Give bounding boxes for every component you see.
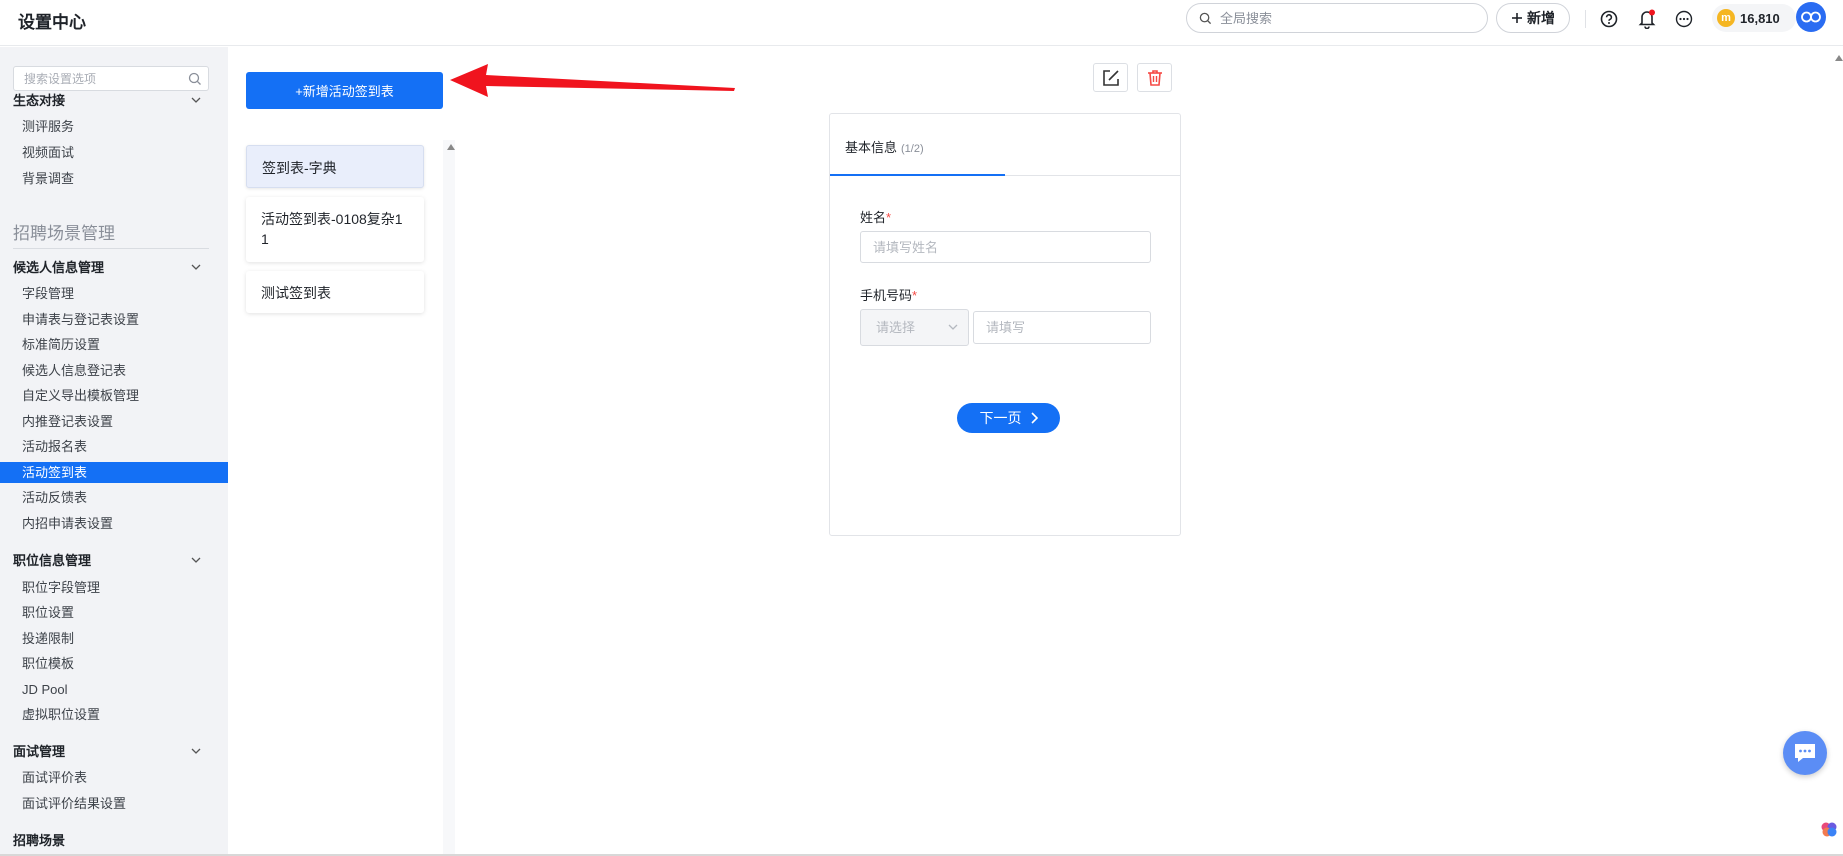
toolbar-divider <box>1585 10 1586 28</box>
next-page-label: 下一页 <box>979 410 1022 426</box>
sidebar-group-candidate-info[interactable]: 候选人信息管理 <box>13 257 104 276</box>
global-search[interactable] <box>1186 3 1488 33</box>
new-button[interactable]: 新增 <box>1496 3 1570 33</box>
sidebar-item-delivery-limits[interactable]: 投递限制 <box>0 628 228 649</box>
more-icon[interactable] <box>1673 8 1695 30</box>
sidebar-item-background-check[interactable]: 背景调查 <box>0 168 228 189</box>
sidebar-item-application-form-settings[interactable]: 申请表与登记表设置 <box>0 309 228 330</box>
sidebar-item-event-feedback[interactable]: 活动反馈表 <box>0 487 228 508</box>
annotation-arrow-icon <box>450 64 735 97</box>
sidebar-item-candidate-registration[interactable]: 候选人信息登记表 <box>0 360 228 381</box>
sidebar-item-event-checkin[interactable]: 活动签到表 <box>0 462 228 483</box>
phone-input[interactable] <box>973 311 1151 344</box>
sidebar-search-input[interactable] <box>24 71 184 87</box>
list-item-label: 签到表-字典 <box>262 160 337 176</box>
next-page-button[interactable]: 下一页 <box>957 403 1060 433</box>
sidebar-item-evaluation-results[interactable]: 面试评价结果设置 <box>0 793 228 814</box>
new-button-label: 新增 <box>1527 10 1555 26</box>
search-icon <box>188 72 201 85</box>
sidebar-group-interview[interactable]: 面试管理 <box>13 741 65 760</box>
sidebar-section-title: 招聘场景管理 <box>13 224 115 243</box>
list-item[interactable]: 活动签到表-0108复杂11 <box>246 197 424 262</box>
app-title: 设置中心 <box>18 13 86 32</box>
list-scrollbar-track[interactable] <box>443 140 455 856</box>
sidebar-item-virtual-jobs[interactable]: 虚拟职位设置 <box>0 704 228 725</box>
list-item-label: 活动签到表-0108复杂11 <box>261 211 403 247</box>
list-item[interactable]: 签到表-字典 <box>246 145 424 188</box>
sidebar-group-job-info[interactable]: 职位信息管理 <box>13 550 91 569</box>
page-scroll-up-icon[interactable] <box>1835 55 1843 61</box>
required-mark: * <box>912 288 918 303</box>
form-tab-indicator <box>830 174 1005 176</box>
sidebar-item-video-interview[interactable]: 视频面试 <box>0 142 228 163</box>
phone-country-select[interactable]: 请选择 <box>860 309 969 346</box>
help-icon[interactable] <box>1598 8 1620 30</box>
list-item[interactable]: 测试签到表 <box>246 271 424 313</box>
scroll-up-icon[interactable] <box>447 144 455 150</box>
chat-assistant-button[interactable] <box>1783 731 1827 775</box>
top-bar: 设置中心 新增 m 16,810 <box>0 0 1843 46</box>
edit-button[interactable] <box>1093 63 1128 92</box>
form-tab-count: (1/2) <box>901 143 924 155</box>
chevron-down-icon[interactable] <box>190 745 202 757</box>
sidebar-section-divider <box>13 248 209 249</box>
avatar[interactable] <box>1796 2 1826 32</box>
coin-balance-value: 16,810 <box>1740 10 1780 26</box>
chevron-down-icon <box>948 324 958 330</box>
notification-bell-icon[interactable] <box>1636 8 1658 30</box>
chevron-down-icon[interactable] <box>190 261 202 273</box>
chat-bubble-icon <box>1795 744 1815 762</box>
delete-button[interactable] <box>1137 63 1172 92</box>
form-preview: 基本信息(1/2) 姓名* 手机号码* 请选择 下一页 <box>829 113 1181 536</box>
sidebar-item-standard-resume[interactable]: 标准简历设置 <box>0 334 228 355</box>
sidebar-item-field-management[interactable]: 字段管理 <box>0 283 228 304</box>
name-field-label: 姓名* <box>860 210 892 225</box>
phone-field-label: 手机号码* <box>860 288 918 303</box>
coin-balance[interactable]: m 16,810 <box>1712 4 1796 32</box>
sidebar-item-job-fields[interactable]: 职位字段管理 <box>0 577 228 598</box>
global-search-input[interactable] <box>1220 8 1470 28</box>
sidebar-item-jd-pool[interactable]: JD Pool <box>0 679 228 700</box>
sidebar-item-interview-evaluation[interactable]: 面试评价表 <box>0 767 228 788</box>
list-item-label: 测试签到表 <box>261 285 331 301</box>
add-checkin-form-button[interactable]: +新增活动签到表 <box>246 72 443 109</box>
form-tab-title: 基本信息 (1/2) <box>845 140 924 155</box>
sidebar-item-export-templates[interactable]: 自定义导出模板管理 <box>0 385 228 406</box>
sidebar-item-job-templates[interactable]: 职位模板 <box>0 653 228 674</box>
sidebar-group-cut-off[interactable]: 招聘场景 <box>13 830 65 849</box>
chevron-right-icon <box>1030 412 1038 424</box>
avatar-logo-icon <box>1801 11 1821 23</box>
ai-brain-icon[interactable] <box>1819 819 1839 839</box>
edit-icon <box>1102 69 1119 86</box>
sidebar-item-referral-form[interactable]: 内推登记表设置 <box>0 411 228 432</box>
sidebar-item-assessment[interactable]: 测评服务 <box>0 116 228 137</box>
coin-icon: m <box>1717 9 1735 27</box>
form-tab-header[interactable]: 基本信息 (1/2) <box>830 114 1180 176</box>
sidebar-search[interactable] <box>13 66 209 91</box>
chevron-down-icon[interactable] <box>190 554 202 566</box>
plus-icon <box>1512 13 1522 23</box>
name-input[interactable] <box>860 231 1151 263</box>
sidebar-group-ecosystem[interactable]: 生态对接 <box>13 90 65 109</box>
chevron-down-icon[interactable] <box>190 94 202 106</box>
search-icon <box>1199 12 1212 25</box>
trash-icon <box>1147 69 1162 86</box>
sidebar-item-event-signup[interactable]: 活动报名表 <box>0 436 228 457</box>
settings-sidebar: 生态对接 测评服务 视频面试 背景调查 招聘场景管理 候选人信息管理 字段管理 … <box>0 47 228 856</box>
sidebar-item-internal-application[interactable]: 内招申请表设置 <box>0 513 228 534</box>
required-mark: * <box>886 210 892 225</box>
sidebar-item-job-settings[interactable]: 职位设置 <box>0 602 228 623</box>
